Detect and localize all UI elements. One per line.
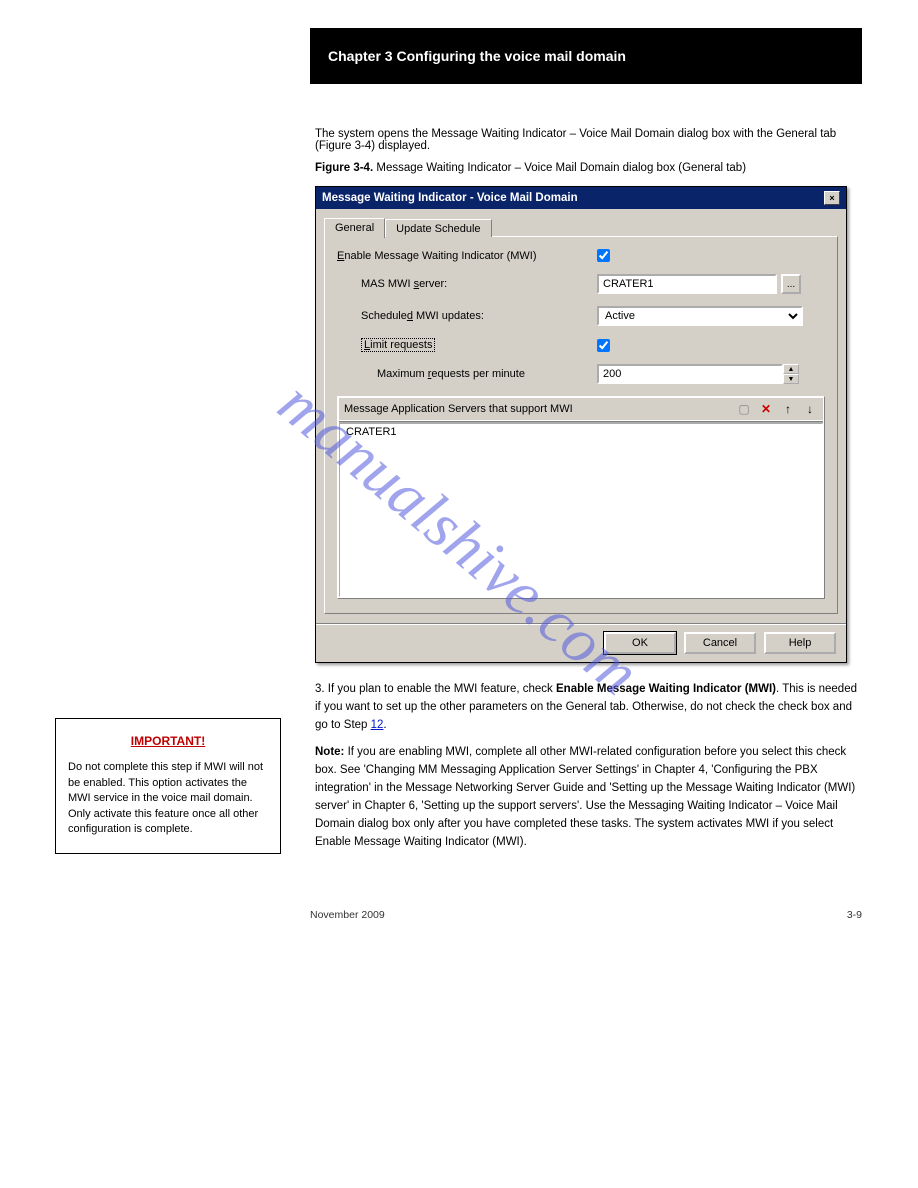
footer-date: November 2009 <box>310 909 385 921</box>
chapter-title: Chapter 3 Configuring the voice mail dom… <box>328 48 626 64</box>
body-text: 3. If you plan to enable the MWI feature… <box>315 681 863 851</box>
callout-title-text: IMPORTANT! <box>131 734 205 748</box>
step-3: 3. If you plan to enable the MWI feature… <box>315 681 863 734</box>
note-prefix: Note: <box>315 746 344 758</box>
delete-server-icon[interactable]: ✕ <box>758 401 774 417</box>
mwi-dialog: Message Waiting Indicator - Voice Mail D… <box>315 186 847 663</box>
note-body: If you are enabling MWI, complete all ot… <box>315 746 855 847</box>
lbl-post: erver: <box>419 278 447 290</box>
figure-prefix: Figure 3-4. <box>315 162 373 174</box>
main-column: The system opens the Message Waiting Ind… <box>315 128 863 861</box>
tab-update-schedule[interactable]: Update Schedule <box>385 219 491 237</box>
chapter-header: Chapter 3 Configuring the voice mail dom… <box>310 28 862 84</box>
dialog-titlebar[interactable]: Message Waiting Indicator - Voice Mail D… <box>316 187 846 209</box>
help-button[interactable]: Help <box>764 632 836 654</box>
mas-server-input[interactable] <box>597 274 777 294</box>
dialog-body: General Update Schedule Enable Message W… <box>316 209 846 623</box>
close-icon[interactable]: × <box>824 191 840 205</box>
sidebar-column: IMPORTANT! Do not complete this step if … <box>55 128 285 861</box>
intro-text: The system opens the Message Waiting Ind… <box>315 128 863 152</box>
tab-strip: General Update Schedule <box>324 217 838 237</box>
servers-listbox[interactable]: CRATER1 <box>338 422 824 598</box>
spinner-down-icon[interactable]: ▼ <box>783 374 799 384</box>
ok-button[interactable]: OK <box>604 632 676 654</box>
dialog-button-bar: OK Cancel Help <box>316 623 846 662</box>
mas-server-label: MAS MWI server: <box>337 278 597 290</box>
enable-mwi-checkbox[interactable] <box>597 249 610 262</box>
figure-caption-text: Message Waiting Indicator – Voice Mail D… <box>376 162 746 174</box>
footer-page: 3-9 <box>847 909 862 921</box>
limit-requests-checkbox[interactable] <box>597 339 610 352</box>
scheduled-updates-select[interactable]: Active <box>597 306 803 326</box>
lbl-pre: MAS MWI <box>361 278 414 290</box>
page-footer: November 2009 3-9 <box>310 909 862 921</box>
tab-general[interactable]: General <box>324 218 385 238</box>
callout-body: Do not complete this step if MWI will no… <box>68 760 268 837</box>
max-requests-input[interactable] <box>597 364 783 384</box>
spinner-up-icon[interactable]: ▲ <box>783 364 799 374</box>
servers-groupbox: Message Application Servers that support… <box>337 396 825 599</box>
browse-button[interactable]: ... <box>781 274 801 294</box>
important-callout: IMPORTANT! Do not complete this step if … <box>55 718 281 854</box>
list-item[interactable]: CRATER1 <box>346 426 816 438</box>
move-up-icon[interactable]: ↑ <box>780 401 796 417</box>
tab-panel-general: Enable Message Waiting Indicator (MWI) M… <box>324 236 838 614</box>
note-paragraph: Note: If you are enabling MWI, complete … <box>315 744 863 851</box>
max-requests-label: Maximum requests per minute <box>337 368 597 380</box>
enable-mwi-label: Enable Message Waiting Indicator (MWI) <box>337 250 597 262</box>
page: Chapter 3 Configuring the voice mail dom… <box>0 0 918 961</box>
scheduled-updates-label: Scheduled MWI updates: <box>337 310 597 322</box>
limit-requests-label: Limit requests <box>337 338 597 352</box>
add-server-icon[interactable]: ▢ <box>736 401 752 417</box>
move-down-icon[interactable]: ↓ <box>802 401 818 417</box>
dialog-title-text: Message Waiting Indicator - Voice Mail D… <box>322 192 578 204</box>
figure-caption: Figure 3-4. Message Waiting Indicator – … <box>315 162 863 174</box>
servers-header-label: Message Application Servers that support… <box>344 403 573 415</box>
callout-title: IMPORTANT! <box>68 733 268 750</box>
step-12-xref[interactable]: 12 <box>371 719 384 731</box>
cancel-button[interactable]: Cancel <box>684 632 756 654</box>
